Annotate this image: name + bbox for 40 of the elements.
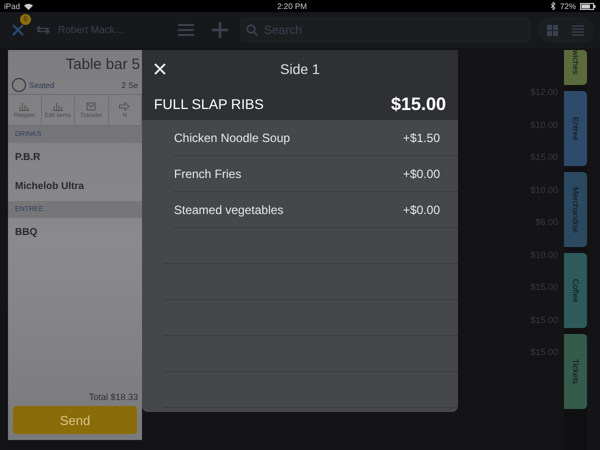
swap-icon[interactable] (36, 25, 50, 35)
add-icon[interactable] (212, 22, 228, 38)
option-name: French Fries (174, 166, 242, 180)
clock: 2:20 PM (276, 2, 308, 10)
category-tab[interactable]: Entree (564, 91, 587, 166)
dialog-title: Side 1 (280, 61, 320, 77)
status-label: Seated (29, 80, 56, 90)
option-row[interactable]: Chicken Noodle Soup +$1.50 (174, 120, 458, 156)
option-row[interactable]: French Fries +$0.00 (174, 156, 458, 192)
option-name: Chicken Noodle Soup (174, 130, 290, 144)
order-item[interactable]: BBQ (8, 218, 142, 247)
battery-percent: 72% (560, 2, 576, 10)
option-price: +$0.00 (402, 166, 440, 180)
option-name: Steamed vegetables (174, 202, 284, 216)
device-name: iPad (4, 2, 20, 10)
status-circle-icon[interactable] (12, 78, 26, 92)
chart-icon (19, 102, 30, 110)
option-price: +$1.50 (402, 130, 440, 144)
battery-icon (580, 2, 596, 10)
bluetooth-icon (550, 2, 556, 10)
item-name: FULL SLAP RIBS (154, 96, 264, 112)
category-tab[interactable]: Coffee (564, 253, 587, 328)
menu-icon[interactable] (178, 24, 194, 36)
order-item[interactable]: P.B.R (8, 143, 142, 172)
grid-view-icon[interactable] (547, 24, 558, 36)
item-price: $15.00 (390, 94, 446, 114)
category-tab[interactable]: Tickets (564, 334, 587, 409)
send-button[interactable]: Send (13, 406, 137, 434)
arrow-icon (119, 102, 130, 110)
wifi-icon (24, 2, 34, 10)
seat-count: 2 Se (122, 80, 138, 90)
list-view-icon[interactable] (572, 24, 584, 36)
order-total: Total $18.33 (88, 391, 139, 404)
table-title: Table bar 5 (64, 55, 141, 75)
option-row[interactable]: Steamed vegetables +$0.00 (174, 192, 458, 228)
category-tab[interactable]: wiches (564, 50, 587, 85)
category-tab[interactable]: Merchandise (564, 172, 587, 247)
order-item[interactable]: Michelob Ultra (8, 172, 142, 201)
option-price: +$0.00 (402, 202, 440, 216)
chart-icon (52, 102, 63, 110)
